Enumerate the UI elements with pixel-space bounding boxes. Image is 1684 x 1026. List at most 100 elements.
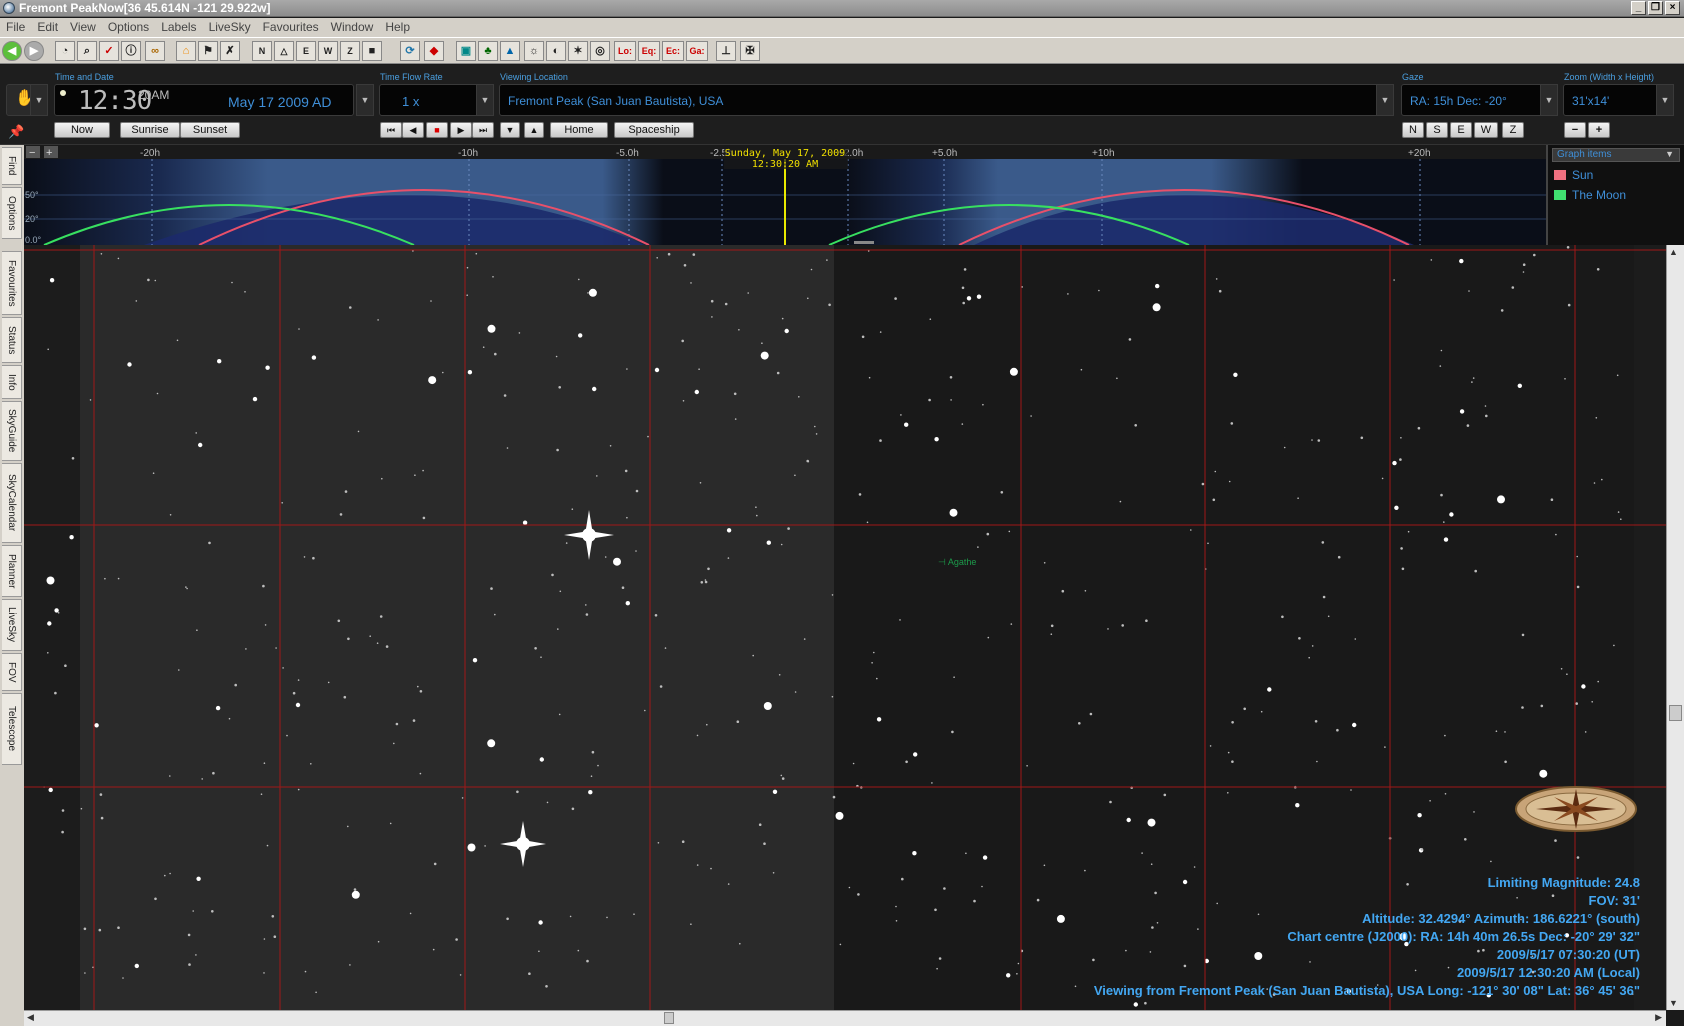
tab-livesky[interactable]: LiveSky [2, 599, 22, 651]
scroll-down-icon[interactable]: ▼ [1669, 998, 1678, 1008]
time-flow-field[interactable]: 1 x [379, 84, 479, 116]
restore-button[interactable]: ❐ [1648, 1, 1663, 15]
rewind-button[interactable]: ◀ [402, 122, 424, 138]
scroll-up-icon[interactable]: ▲ [1669, 247, 1678, 257]
galaxy-icon[interactable]: ◎ [590, 41, 610, 61]
tab-favourites[interactable]: Favourites [2, 251, 22, 315]
east-icon[interactable]: E [296, 41, 316, 61]
tree-icon[interactable]: ♣ [478, 41, 498, 61]
gaze-east-button[interactable]: E [1450, 122, 1472, 138]
stop-icon[interactable]: ■ [362, 41, 382, 61]
mountain-icon[interactable]: ▲ [500, 41, 520, 61]
scroll-right-icon[interactable]: ▶ [1655, 1012, 1662, 1023]
ga-button[interactable]: Ga: [686, 41, 708, 61]
diamond-icon[interactable]: ◆ [424, 41, 444, 61]
location-field[interactable]: Fremont Peak (San Juan Bautista), USA [499, 84, 1379, 116]
menu-view[interactable]: View [64, 18, 102, 37]
gaze-dropdown[interactable]: ▼ [1540, 84, 1558, 116]
refresh-icon[interactable]: ⟳ [400, 41, 420, 61]
graph-items-dropdown-icon[interactable]: ▼ [1665, 149, 1674, 159]
horizontal-scrollbar[interactable]: ◀ ▶ [24, 1010, 1666, 1026]
zoom-icon[interactable]: ⌕ [77, 41, 97, 61]
fast-forward-button[interactable]: ⏭ [472, 122, 494, 138]
menu-labels[interactable]: Labels [155, 18, 202, 37]
date-dropdown[interactable]: ▼ [356, 84, 374, 116]
zoom-dropdown[interactable]: ▼ [1656, 84, 1674, 116]
sunset-button[interactable]: Sunset [180, 122, 240, 138]
sky-chart[interactable]: ⊣ Agathe Limiting Magnitude: 24.8 FOV: 3… [24, 245, 1666, 1010]
info-icon[interactable]: ⓘ [121, 41, 141, 61]
menu-options[interactable]: Options [102, 18, 155, 37]
gesture-dropdown[interactable]: ▼ [30, 84, 48, 116]
moon-icon[interactable]: ◐ [546, 41, 566, 61]
menu-livesky[interactable]: LiveSky [203, 18, 257, 37]
location-dropdown[interactable]: ▼ [1376, 84, 1394, 116]
hscroll-thumb[interactable] [664, 1012, 674, 1024]
star-flag-icon[interactable]: ✗ [220, 41, 240, 61]
close-button[interactable]: × [1665, 1, 1680, 15]
menu-file[interactable]: File [0, 18, 31, 37]
tab-status[interactable]: Status [2, 317, 22, 363]
sky-icon[interactable]: ▣ [456, 41, 476, 61]
now-button[interactable]: Now [54, 122, 110, 138]
scroll-thumb[interactable] [1669, 705, 1682, 721]
location-up-button[interactable]: ▲ [524, 122, 544, 138]
scroll-left-icon[interactable]: ◀ [27, 1012, 34, 1023]
gaze-zenith-button[interactable]: Z [1502, 122, 1524, 138]
sun-icon[interactable]: ☼ [524, 41, 544, 61]
location-down-button[interactable]: ▼ [500, 122, 520, 138]
tab-find[interactable]: Find [2, 147, 22, 185]
splitter-handle[interactable] [854, 241, 874, 244]
tab-fov[interactable]: FOV [2, 653, 22, 691]
eq-button[interactable]: Eq: [638, 41, 660, 61]
vertical-scrollbar[interactable]: ▲ ▼ [1666, 245, 1684, 1010]
date-display[interactable]: May 17 2009 AD [228, 94, 332, 110]
gaze-south-button[interactable]: S [1426, 122, 1448, 138]
telescope-icon[interactable]: ⊥ [716, 41, 736, 61]
time-flow-dropdown[interactable]: ▼ [476, 84, 494, 116]
north-icon[interactable]: N [252, 41, 272, 61]
back-icon[interactable]: ◀ [2, 41, 22, 61]
zenith-icon[interactable]: Z [340, 41, 360, 61]
west-icon[interactable]: W [318, 41, 338, 61]
menu-favourites[interactable]: Favourites [257, 18, 325, 37]
zoom-field[interactable]: 31'x14' [1563, 84, 1663, 116]
zoom-out-button[interactable]: − [1564, 122, 1586, 138]
legend-moon[interactable]: The Moon [1572, 188, 1626, 202]
asteroid-label[interactable]: ⊣ Agathe [938, 557, 976, 568]
home-button[interactable]: Home [550, 122, 608, 138]
tab-info[interactable]: Info [2, 365, 22, 399]
gaze-field[interactable]: RA: 15h Dec: -20° [1401, 84, 1549, 116]
northeast-icon[interactable]: △ [274, 41, 294, 61]
tab-planner[interactable]: Planner [2, 545, 22, 597]
zoom-in-button[interactable]: + [1588, 122, 1610, 138]
graph-items-header[interactable]: Graph items [1552, 148, 1680, 162]
mount-icon[interactable]: ✠ [740, 41, 760, 61]
lo-button[interactable]: Lo: [614, 41, 636, 61]
rewind-fast-button[interactable]: ⏮ [380, 122, 402, 138]
checklist-icon[interactable]: ✓ [99, 41, 119, 61]
menu-edit[interactable]: Edit [31, 18, 64, 37]
menu-window[interactable]: Window [325, 18, 380, 37]
constellation-icon[interactable]: ✶ [568, 41, 588, 61]
pin-icon[interactable]: 📌 [8, 124, 24, 140]
flag-icon[interactable]: ⚑ [198, 41, 218, 61]
home-icon[interactable]: ⌂ [176, 41, 196, 61]
minimize-button[interactable]: _ [1631, 1, 1646, 15]
sunrise-button[interactable]: Sunrise [120, 122, 180, 138]
menu-help[interactable]: Help [379, 18, 416, 37]
clock-icon[interactable]: ◔ [55, 41, 75, 61]
forward-icon[interactable]: ▶ [24, 41, 44, 61]
tab-skyguide[interactable]: SkyGuide [2, 401, 22, 461]
gaze-north-button[interactable]: N [1402, 122, 1424, 138]
binoculars-icon[interactable]: ∞ [145, 41, 165, 61]
ec-button[interactable]: Ec: [662, 41, 684, 61]
tab-telescope[interactable]: Telescope [2, 693, 22, 765]
tab-options[interactable]: Options [2, 187, 22, 239]
gaze-west-button[interactable]: W [1474, 122, 1498, 138]
spaceship-button[interactable]: Spaceship [614, 122, 694, 138]
legend-sun[interactable]: Sun [1572, 168, 1593, 182]
play-button[interactable]: ▶ [450, 122, 472, 138]
stop-button[interactable]: ■ [426, 122, 448, 138]
timeline-graph[interactable]: − + -20h -10h -5.0h -2.5h +2.0h +5.0h +1… [24, 145, 1546, 245]
